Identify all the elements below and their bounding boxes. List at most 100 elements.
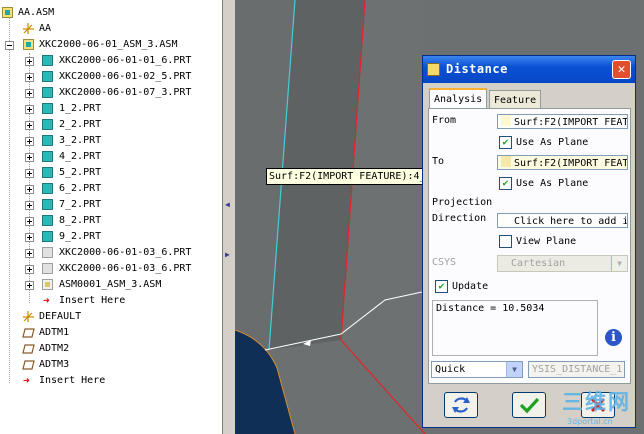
tree-item-label: ASM0001_ASM_3.ASM: [59, 279, 162, 290]
analysis-mode-select[interactable]: Quick ▼: [431, 361, 523, 378]
tree-item-label: 4_2.PRT: [59, 151, 102, 162]
tree-item-label: XKC2000-06-01-03_6.PRT: [59, 263, 192, 274]
expand-right-icon[interactable]: ▶: [225, 250, 230, 259]
selection-tooltip: Surf:F2(IMPORT FEATURE):4_2: [266, 168, 435, 185]
datum-plane-icon: [22, 344, 35, 354]
expand-toggle-icon[interactable]: [25, 249, 34, 258]
csys-value: Cartesian: [511, 258, 566, 269]
part-icon: [42, 119, 53, 130]
reference-icon: [501, 214, 511, 225]
tree-item-label: 5_2.PRT: [59, 167, 102, 178]
expand-toggle-icon[interactable]: [25, 201, 34, 210]
tree-item-label: 8_2.PRT: [59, 215, 102, 226]
part-icon: [42, 135, 53, 146]
tree-item-label: XKC2000-06-01-01_6.PRT: [59, 55, 192, 66]
tree-item-label: 1_2.PRT: [59, 103, 102, 114]
from-reference-field[interactable]: Surf:F2(IMPORT FEATU: [497, 114, 628, 129]
assembly-icon: [2, 7, 13, 18]
part-icon: [42, 183, 53, 194]
assembly-icon: [42, 279, 53, 290]
expand-toggle-icon[interactable]: [25, 57, 34, 66]
tree-item-label: 2_2.PRT: [59, 119, 102, 130]
direction-value: Click here to add i: [514, 216, 628, 227]
insert-arrow-icon: ➜: [43, 294, 50, 307]
chevron-down-icon: ▼: [611, 256, 627, 271]
from-use-as-plane-label: Use As Plane: [516, 137, 589, 148]
expand-toggle-icon[interactable]: [25, 281, 34, 290]
view-plane-label: View Plane: [516, 236, 577, 247]
pane-splitter[interactable]: ◀ ▶: [222, 0, 235, 434]
to-label: To: [432, 156, 445, 167]
insert-arrow-icon: ➜: [23, 374, 30, 387]
tree-item-label: AA: [39, 23, 52, 34]
tree-item-label: 6_2.PRT: [59, 183, 102, 194]
checkmark-icon: [519, 397, 540, 414]
expand-toggle-icon[interactable]: [25, 265, 34, 274]
expand-toggle-icon[interactable]: [25, 217, 34, 226]
tree-item-label: XKC2000-06-01-02_5.PRT: [59, 71, 192, 82]
dialog-titlebar[interactable]: Distance ✕: [423, 56, 635, 83]
expand-toggle-icon[interactable]: [25, 105, 34, 114]
part-icon: [42, 263, 53, 274]
from-reference-value: Surf:F2(IMPORT FEATU: [514, 117, 628, 128]
tree-item-label: Insert Here: [39, 375, 106, 386]
expand-toggle-icon[interactable]: [25, 121, 34, 130]
tree-item-label: ADTM2: [39, 343, 70, 354]
coordinate-system-icon: [23, 23, 34, 34]
assembly-icon: [23, 39, 34, 50]
part-icon: [42, 55, 53, 66]
datum-plane-icon: [22, 360, 35, 370]
tab-feature[interactable]: Feature: [489, 90, 542, 110]
result-box: Distance = 10.5034: [432, 300, 598, 356]
expand-toggle-icon[interactable]: [25, 153, 34, 162]
tree-item-label: XKC2000-06-01-07_3.PRT: [59, 87, 192, 98]
part-icon: [42, 151, 53, 162]
analysis-name-value: YSIS_DISTANCE_1: [532, 364, 623, 375]
collapse-toggle-icon[interactable]: [5, 41, 14, 50]
from-label: From: [432, 115, 457, 126]
coordinate-system-icon: [23, 311, 34, 322]
part-icon: [42, 199, 53, 210]
distance-result: Distance = 10.5034: [436, 303, 545, 314]
analysis-panel: From Surf:F2(IMPORT FEATU ✔ Use As Plane…: [428, 108, 631, 384]
part-icon: [42, 215, 53, 226]
csys-label: CSYS: [432, 257, 457, 268]
tree-item-label: ADTM3: [39, 359, 70, 370]
info-icon[interactable]: i: [605, 329, 622, 346]
to-use-as-plane-checkbox[interactable]: ✔: [499, 177, 512, 190]
from-use-as-plane-checkbox[interactable]: ✔: [499, 136, 512, 149]
tab-analysis[interactable]: Analysis: [429, 88, 488, 109]
update-checkbox[interactable]: ✔: [435, 280, 448, 293]
expand-toggle-icon[interactable]: [25, 89, 34, 98]
watermark-logo: 三维网: [562, 390, 631, 414]
collapse-left-icon[interactable]: ◀: [225, 200, 230, 209]
dialog-title: Distance: [446, 62, 508, 76]
close-button[interactable]: ✕: [612, 60, 631, 79]
projection-label: Projection: [432, 197, 493, 208]
to-use-as-plane-label: Use As Plane: [516, 178, 589, 189]
ok-button[interactable]: [512, 392, 546, 418]
distance-dialog: Distance ✕ Analysis Feature From Surf:F2…: [422, 55, 636, 428]
tree-line: [9, 13, 10, 383]
update-label: Update: [452, 281, 489, 292]
view-plane-checkbox[interactable]: [499, 235, 512, 248]
expand-toggle-icon[interactable]: [25, 137, 34, 146]
part-icon: [42, 103, 53, 114]
repeat-icon: [452, 397, 470, 413]
part-icon: [42, 231, 53, 242]
csys-select[interactable]: Cartesian ▼: [497, 255, 628, 272]
analysis-name-field[interactable]: YSIS_DISTANCE_1: [528, 361, 625, 378]
to-reference-field[interactable]: Surf:F2(IMPORT FEAT: [497, 155, 628, 170]
tree-item-label: ADTM1: [39, 327, 70, 338]
expand-toggle-icon[interactable]: [25, 233, 34, 242]
repeat-button[interactable]: [444, 392, 478, 418]
direction-label: Direction: [432, 213, 487, 224]
part-icon: [42, 247, 53, 258]
part-icon: [42, 167, 53, 178]
expand-toggle-icon[interactable]: [25, 169, 34, 178]
expand-toggle-icon[interactable]: [25, 185, 34, 194]
tree-item-label: AA.ASM: [18, 7, 55, 18]
direction-field[interactable]: Click here to add i: [497, 213, 628, 228]
expand-toggle-icon[interactable]: [25, 73, 34, 82]
tree-item-label: 7_2.PRT: [59, 199, 102, 210]
